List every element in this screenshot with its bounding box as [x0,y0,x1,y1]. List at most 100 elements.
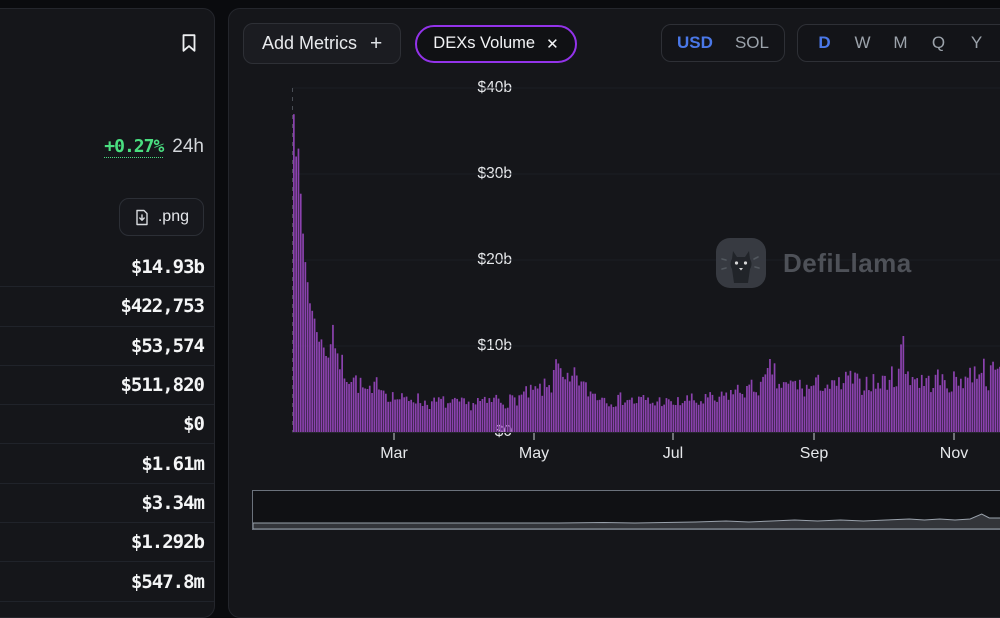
metric-chip-label: DEXs Volume [433,34,536,52]
volume-bar [559,368,562,432]
currency-toggle: USD SOL [661,24,785,62]
volume-bar [794,380,797,432]
volume-bar [838,377,840,432]
volume-bar [948,392,951,432]
timeline-brush[interactable] [252,490,1000,530]
volume-bar [893,387,895,432]
x-axis-tick-label: Mar [380,445,408,462]
volume-bar [495,394,498,432]
volume-bar [603,397,606,432]
volume-bar [713,400,716,432]
volume-bar [474,404,477,432]
volume-bar [592,393,594,432]
volume-bar [861,394,863,432]
volume-bar [435,401,438,432]
volume-bar [596,400,599,432]
x-axis-tick-label: Jul [662,445,684,462]
volume-bar [638,396,640,432]
change-period-label: 24h [172,136,204,157]
volume-bar [366,389,369,432]
sidebar-values: $14.93b $422,753 $53,574 $511,820 $0 $1.61m $3… [0,248,214,602]
time-option-d[interactable]: D [813,33,836,53]
volume-bar [463,398,465,432]
volume-bar [943,380,946,432]
volume-bar [313,318,316,432]
volume-bar [651,402,654,432]
chart-plot[interactable] [292,86,1000,441]
volume-bar [552,370,555,432]
time-option-m[interactable]: M [889,33,912,53]
currency-option-usd[interactable]: USD [677,33,713,53]
volume-bar [605,403,608,432]
volume-bar [516,405,518,432]
change-value[interactable]: +0.27% [104,136,164,157]
volume-bar [914,379,916,432]
volume-bar [723,395,725,432]
volume-bar [868,390,870,432]
volume-bar [523,391,525,432]
volume-bar [359,377,362,432]
export-png-button[interactable]: .png [118,198,204,236]
volume-bar [444,407,447,432]
volume-bar [730,390,732,432]
volume-bar [382,390,385,432]
volume-bar [362,387,364,432]
volume-bar [992,361,994,432]
volume-bar [690,393,693,432]
volume-bar [672,404,675,432]
add-metrics-label: Add Metrics [262,33,358,53]
volume-bar [624,402,626,432]
volume-bar [934,374,937,432]
volume-bar [776,388,778,432]
volume-bar [953,371,955,432]
volume-bar [796,389,799,432]
volume-bar [364,388,366,432]
volume-bar [598,399,601,432]
volume-bar [320,339,323,432]
volume-bar [336,353,339,432]
currency-option-sol[interactable]: SOL [735,33,769,53]
volume-bar [808,388,810,432]
x-axis-tick-label: Sep [799,445,829,462]
volume-bar [941,374,944,432]
volume-bar [785,382,787,432]
volume-bar [874,388,877,432]
volume-bar [350,382,353,432]
volume-bar [610,404,613,432]
volume-bar [976,378,978,432]
volume-bar [872,374,875,432]
volume-bar [950,391,953,432]
volume-bar [969,367,971,432]
volume-bar [709,392,711,432]
time-option-w[interactable]: W [851,33,874,53]
volume-bar [426,404,429,432]
volume-bar [973,366,976,432]
volume-bar [355,375,357,432]
metric-chip-dexs-volume[interactable]: DEXs Volume ✕ [415,24,577,63]
brush-mini-chart [253,513,1000,529]
volume-bar [580,381,583,432]
volume-bar [626,400,629,432]
volume-bar [718,396,721,432]
volume-bar [608,406,610,432]
volume-bar [743,397,746,432]
volume-bar [964,376,967,432]
volume-bar [865,376,868,432]
volume-bar [339,369,341,432]
time-option-q[interactable]: Q [927,33,950,53]
volume-bar [720,391,723,432]
volume-bar [594,393,596,432]
volume-bar [488,398,491,432]
add-metrics-button[interactable]: Add Metrics + [243,23,402,64]
volume-bar [529,384,532,432]
table-row: $511,820 [0,366,214,406]
close-icon[interactable]: ✕ [546,35,559,53]
volume-bar [716,401,718,432]
bookmark-button[interactable] [176,31,202,57]
volume-bar [920,374,923,432]
time-option-y[interactable]: Y [965,33,988,53]
volume-bar [707,397,709,432]
volume-bar [654,405,656,432]
volume-bar [978,374,981,432]
volume-bar [566,372,569,432]
